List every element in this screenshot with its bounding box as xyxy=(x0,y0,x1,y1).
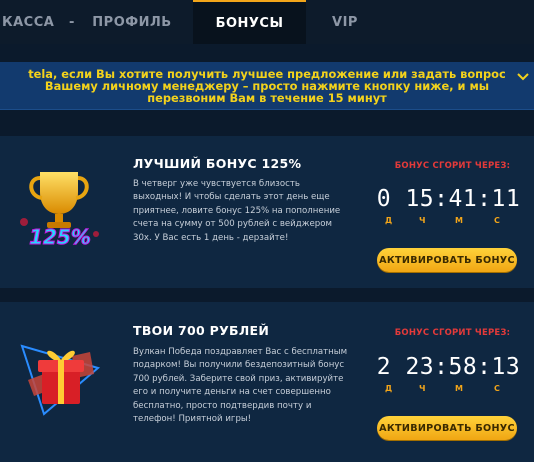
expire-label: БОНУС СГОРИТ ЧЕРЕЗ: xyxy=(394,161,511,171)
timer-units: Д Ч М С xyxy=(378,384,518,396)
unit-minutes: М xyxy=(455,216,463,225)
tab-bonuses[interactable]: БОНУСЫ xyxy=(193,0,306,44)
bonus-card: ТВОИ 700 РУБЛЕЙ Вулкан Победа поздравляе… xyxy=(0,302,534,462)
top-navigation: КАССА - ПРОФИЛЬ БОНУСЫ VIP xyxy=(0,0,534,44)
banner-text: tela, если Вы хотите получить лучшее пре… xyxy=(28,66,506,105)
activate-bonus-button[interactable]: АКТИВИРОВАТЬ БОНУС xyxy=(377,416,517,440)
unit-days: Д xyxy=(385,216,393,225)
timer-units: Д Ч М С xyxy=(378,216,518,228)
manager-callback-banner[interactable]: tela, если Вы хотите получить лучшее пре… xyxy=(0,62,534,110)
activate-bonus-button[interactable]: АКТИВИРОВАТЬ БОНУС xyxy=(377,248,517,272)
unit-hours: Ч xyxy=(419,216,426,225)
tab-profile[interactable]: ПРОФИЛЬ xyxy=(92,0,172,44)
chevron-down-icon[interactable] xyxy=(516,70,530,84)
gift-box-icon xyxy=(20,344,101,416)
svg-text:125%: 125% xyxy=(29,225,91,249)
unit-hours: Ч xyxy=(419,384,426,393)
unit-seconds: С xyxy=(494,216,500,225)
tab-kassa[interactable]: КАССА xyxy=(0,0,55,44)
unit-days: Д xyxy=(385,384,393,393)
unit-minutes: М xyxy=(455,384,463,393)
tab-vip[interactable]: VIP xyxy=(325,0,365,44)
bonus-title: ЛУЧШИЙ БОНУС 125% xyxy=(133,156,302,171)
bonus-title: ТВОИ 700 РУБЛЕЙ xyxy=(133,323,270,338)
bonus-card: 125% ЛУЧШИЙ БОНУС 125% В четверг уже чув… xyxy=(0,136,534,288)
nav-separator: - xyxy=(69,14,75,30)
expire-label: БОНУС СГОРИТ ЧЕРЕЗ: xyxy=(394,328,511,338)
bonus-description: Вулкан Победа поздравляет Вас с бесплатн… xyxy=(133,347,348,425)
countdown-timer: 0 15:41:11 xyxy=(376,186,521,212)
trophy-125-icon: 125% xyxy=(20,172,99,250)
bonus-description: В четверг уже чувствуется близость выход… xyxy=(133,179,341,243)
unit-seconds: С xyxy=(494,384,500,393)
countdown-timer: 2 23:58:13 xyxy=(376,354,521,380)
